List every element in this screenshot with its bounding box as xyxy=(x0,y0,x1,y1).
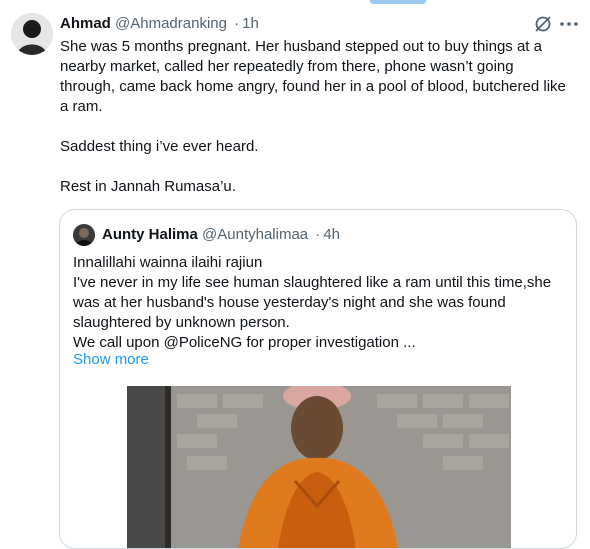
tweet-header: Ahmad @Ahmadranking · 1h xyxy=(60,14,259,34)
tweet-paragraph: She was 5 months pregnant. Her husband s… xyxy=(60,38,566,115)
quoted-tweet-image[interactable] xyxy=(127,386,511,548)
show-more-link[interactable]: Show more xyxy=(73,350,149,370)
author-name[interactable]: Ahmad xyxy=(60,15,111,32)
quoted-tweet-card[interactable]: Aunty Halima @Auntyhalimaa · 4h Innalilla… xyxy=(59,209,577,549)
quoted-tweet-time[interactable]: 4h xyxy=(323,226,340,243)
grok-icon[interactable] xyxy=(533,14,553,34)
top-bar-fragment xyxy=(370,0,426,4)
tweet-paragraph: Saddest thing i’ve ever heard. xyxy=(60,138,259,155)
quoted-line: Innalillahi wainna ilaihi rajiun xyxy=(73,254,263,271)
quoted-tweet-header: Aunty Halima @Auntyhalimaa · 4h xyxy=(102,225,340,245)
more-icon[interactable] xyxy=(558,14,580,34)
author-avatar[interactable] xyxy=(11,13,53,55)
author-handle[interactable]: @Ahmadranking xyxy=(115,15,227,32)
quoted-author-avatar[interactable] xyxy=(73,224,95,246)
quoted-author-handle[interactable]: @Auntyhalimaa xyxy=(202,226,308,243)
tweet-text: She was 5 months pregnant. Her husband s… xyxy=(60,37,570,197)
quoted-line: I've never in my life see human slaughte… xyxy=(73,274,552,331)
tweet-paragraph: Rest in Jannah Rumasa’u. xyxy=(60,178,236,195)
quoted-author-name[interactable]: Aunty Halima xyxy=(102,226,198,243)
separator-dot: · xyxy=(315,226,321,243)
tweet-time[interactable]: 1h xyxy=(242,15,259,32)
quoted-tweet-text: Innalillahi wainna ilaihi rajiun I've ne… xyxy=(73,253,568,353)
separator-dot: · xyxy=(234,15,240,32)
